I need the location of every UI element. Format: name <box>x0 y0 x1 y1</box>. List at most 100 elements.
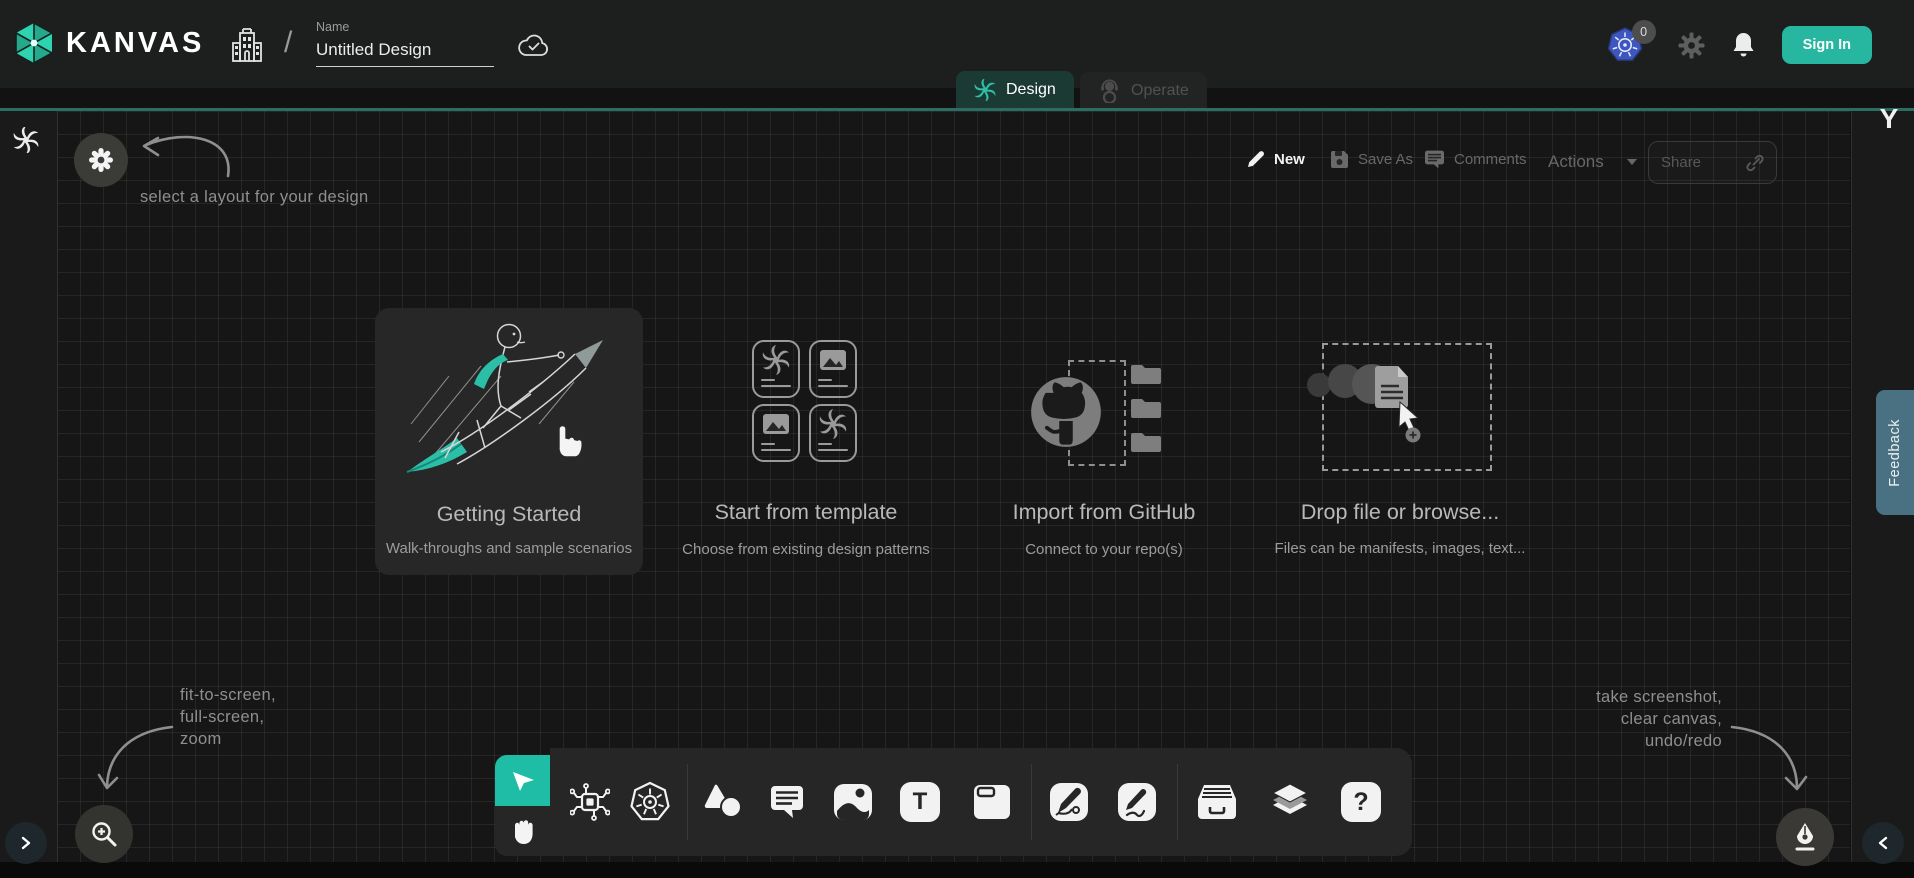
sticky-note-tool-button[interactable] <box>969 779 1015 825</box>
share-button[interactable]: Share <box>1648 141 1777 184</box>
drop-file-icon <box>1300 356 1440 466</box>
drawer-tool-button[interactable] <box>1194 779 1240 825</box>
comment-tool-button[interactable] <box>764 779 810 825</box>
actions-label: Actions <box>1548 152 1604 172</box>
getting-started-card[interactable]: Getting Started Walk-throughs and sample… <box>375 308 643 575</box>
kanvas-hexagon-icon <box>14 22 54 64</box>
view-hint-line: full-screen, <box>180 706 276 728</box>
name-field-label: Name <box>316 20 496 34</box>
shapes-tool-button[interactable] <box>700 779 746 825</box>
select-tool-button[interactable] <box>495 755 550 806</box>
image-icon <box>833 783 873 821</box>
comments-icon <box>1424 150 1445 169</box>
left-rail <box>0 111 58 862</box>
pencil-tool-button[interactable] <box>1114 779 1160 825</box>
layout-flower-icon <box>88 147 114 173</box>
pan-tool-button[interactable] <box>495 806 550 856</box>
speech-bubble-icon <box>768 784 806 820</box>
getting-started-subtitle: Walk-throughs and sample scenarios <box>375 540 643 557</box>
import-from-github-card[interactable]: Import from GitHub Connect to your repo(… <box>1010 320 1198 570</box>
cloud-sync-status-icon <box>518 33 550 59</box>
sign-in-button[interactable]: Sign In <box>1782 26 1872 64</box>
header-right-actions: 0 <box>1606 26 1872 64</box>
drop-file-card[interactable]: Drop file or browse... Files can be mani… <box>1300 320 1500 570</box>
triangle-circle-shapes-icon <box>703 783 743 821</box>
text-tool-button[interactable]: T <box>897 779 943 825</box>
bottom-strip <box>0 862 1914 878</box>
letter-t-icon: T <box>900 782 940 822</box>
toolbar-divider <box>1031 764 1032 840</box>
credits-count-badge: 0 <box>1632 20 1656 44</box>
github-octocat-icon <box>1030 376 1102 448</box>
toolbar-divider <box>1177 764 1178 840</box>
archive-tray-icon <box>1196 783 1238 821</box>
organization-icon[interactable] <box>230 28 264 64</box>
tab-operate[interactable]: Operate <box>1080 72 1207 109</box>
pen-tool-button[interactable] <box>1046 779 1092 825</box>
view-hint-text: fit-to-screen, full-screen, zoom <box>180 684 276 750</box>
pencil-new-icon <box>1246 150 1265 169</box>
view-hint-line: fit-to-screen, <box>180 684 276 706</box>
layers-tool-button[interactable] <box>1267 779 1313 825</box>
notifications-bell-icon[interactable] <box>1731 31 1756 59</box>
kanvas-logo[interactable]: KANVAS <box>14 22 204 64</box>
save-as-label: Save As <box>1358 151 1413 168</box>
design-name-field: Name <box>316 20 496 67</box>
new-design-button[interactable]: New <box>1246 150 1305 169</box>
brand-name: KANVAS <box>66 27 204 60</box>
view-hint-line: zoom <box>180 728 276 750</box>
template-title: Start from template <box>670 500 942 525</box>
settings-gear-icon[interactable] <box>1678 32 1705 59</box>
hand-icon <box>510 816 536 846</box>
drop-title: Drop file or browse... <box>1264 500 1536 525</box>
drop-subtitle: Files can be manifests, images, text... <box>1258 540 1542 557</box>
share-label: Share <box>1661 154 1701 171</box>
right-rail-y-icon[interactable]: Y <box>1872 102 1906 136</box>
save-as-button[interactable]: Save As <box>1330 150 1413 169</box>
repo-folders-icon <box>1128 362 1164 462</box>
share-link-icon <box>1746 154 1764 172</box>
pencil-scribble-icon <box>1117 782 1157 822</box>
expand-right-panel-button[interactable] <box>1862 822 1904 864</box>
comments-button[interactable]: Comments <box>1424 150 1527 169</box>
circuit-chip-icon <box>570 782 610 822</box>
view-hint-arrow <box>96 718 186 804</box>
zoom-controls-button[interactable] <box>75 805 133 863</box>
github-subtitle: Connect to your repo(s) <box>968 541 1240 558</box>
operate-headset-icon <box>1098 79 1121 103</box>
kubernetes-credits-button[interactable]: 0 <box>1606 26 1652 64</box>
action-hint-text: take screenshot, clear canvas, undo/redo <box>1502 686 1722 752</box>
select-pan-column <box>495 748 550 856</box>
help-tool-button[interactable]: ? <box>1338 779 1384 825</box>
floppy-save-icon <box>1330 150 1349 169</box>
rocket-man-illustration <box>389 314 629 479</box>
design-name-input[interactable] <box>316 38 494 67</box>
action-hint-line: undo/redo <box>1502 730 1722 752</box>
workflow-tool-button[interactable] <box>567 779 613 825</box>
image-tool-button[interactable] <box>830 779 876 825</box>
kubernetes-tool-button[interactable] <box>627 779 673 825</box>
tab-operate-label: Operate <box>1131 82 1189 100</box>
kubernetes-wheel-icon <box>629 781 671 823</box>
action-hint-line: clear canvas, <box>1502 708 1722 730</box>
breadcrumb-separator: / <box>284 26 292 60</box>
window-card-icon <box>973 784 1011 820</box>
expand-left-panel-button[interactable] <box>5 822 47 864</box>
cursor-arrow-icon <box>510 769 536 793</box>
github-title: Import from GitHub <box>968 500 1240 525</box>
magnifier-plus-icon <box>90 820 118 848</box>
template-subtitle: Choose from existing design patterns <box>656 541 956 558</box>
tab-design[interactable]: Design <box>956 71 1074 109</box>
start-from-template-card[interactable]: Start from template Choose from existing… <box>700 320 912 570</box>
new-label: New <box>1274 151 1305 168</box>
canvas-actions-button[interactable] <box>1776 808 1834 866</box>
feedback-label: Feedback <box>1887 419 1903 487</box>
feedback-tab[interactable]: Feedback <box>1876 390 1914 515</box>
left-rail-pinwheel-icon[interactable] <box>13 127 39 153</box>
comments-label: Comments <box>1454 151 1527 168</box>
question-mark-icon: ? <box>1341 782 1381 822</box>
pen-nib-icon <box>1792 822 1818 852</box>
canvas-toolbar: T <box>550 748 1412 856</box>
toolbar-divider <box>687 764 688 840</box>
actions-dropdown[interactable]: Actions <box>1548 152 1637 172</box>
